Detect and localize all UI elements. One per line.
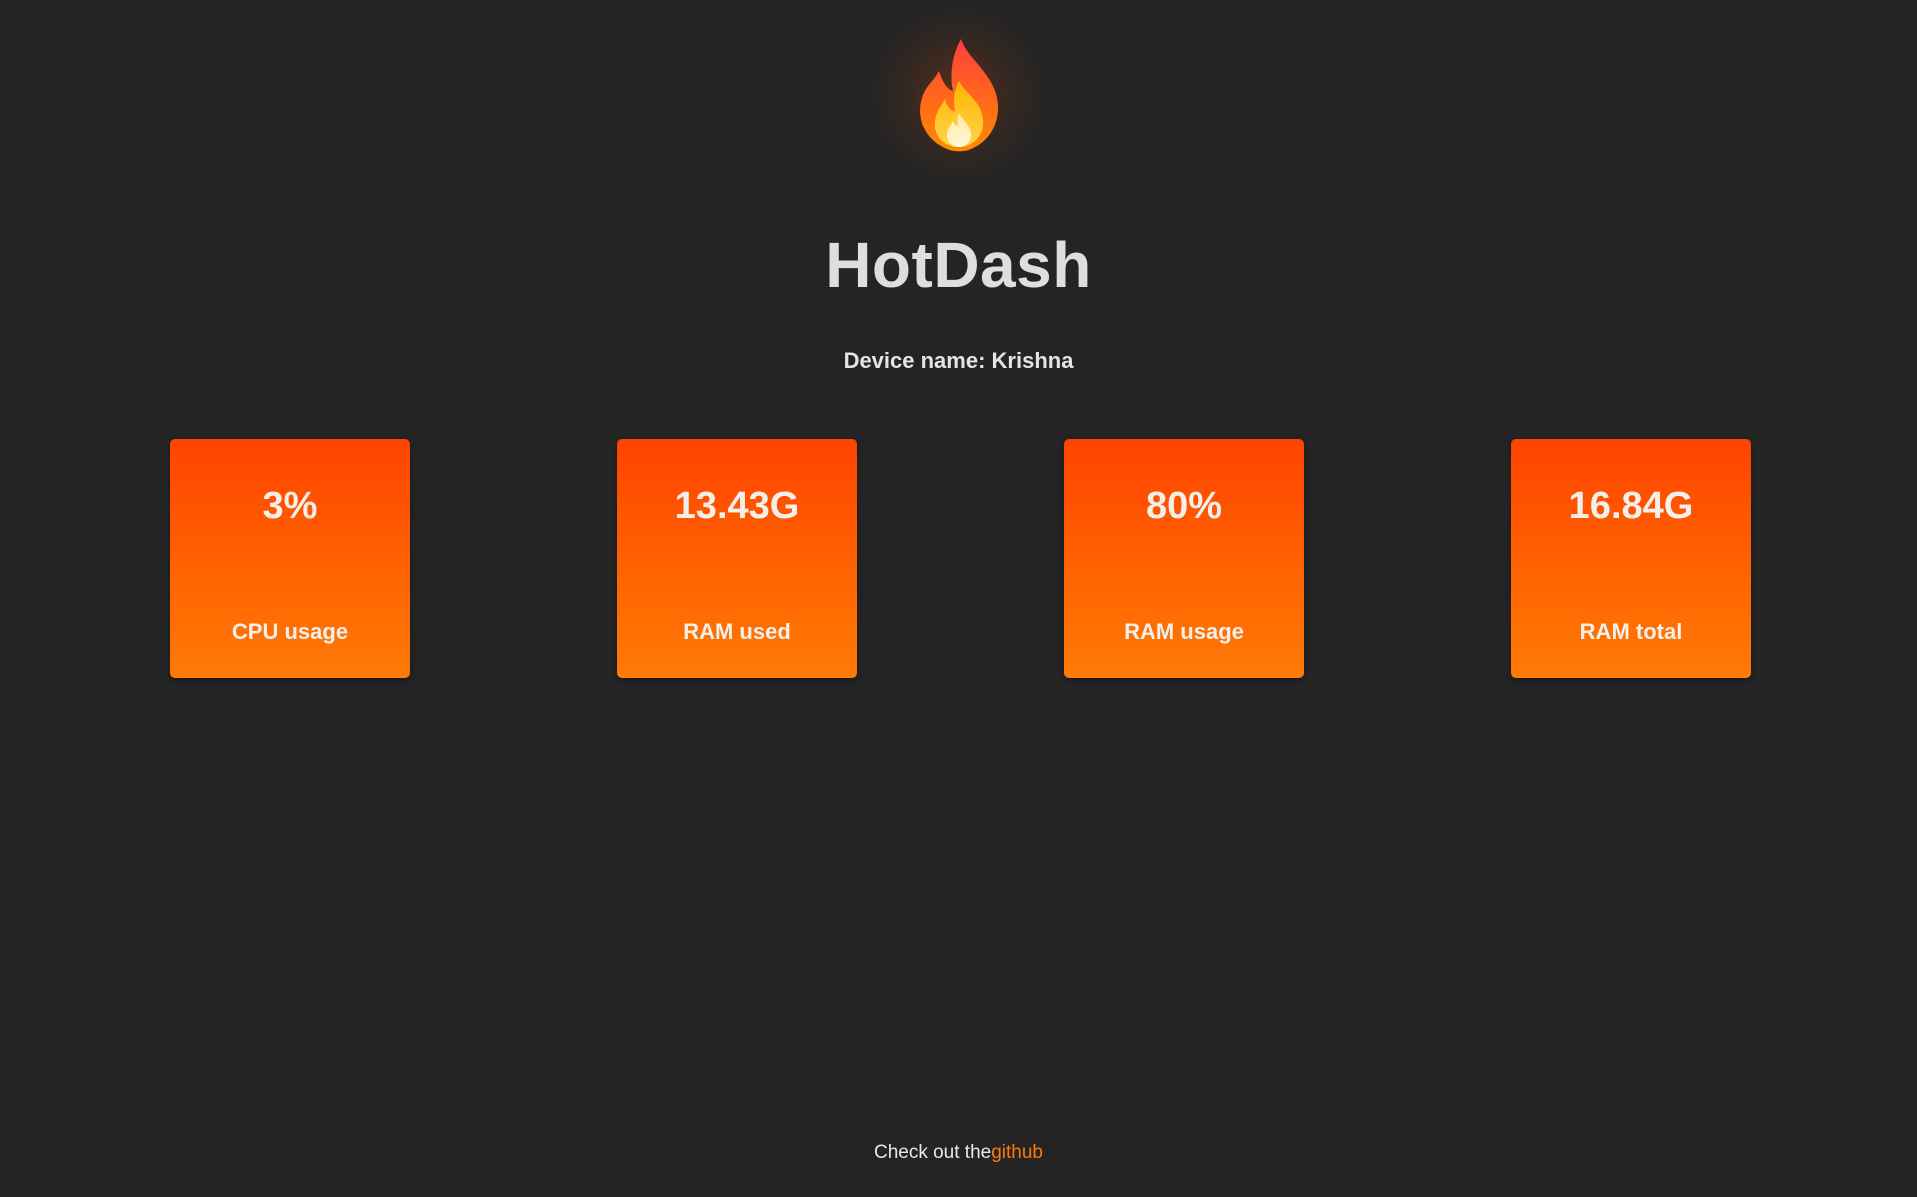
device-name: Device name: Krishna [843, 348, 1074, 373]
stat-value: 13.43G [674, 485, 800, 527]
stat-card-ram-used: 13.43G RAM used [617, 439, 857, 678]
stat-value: 80% [1145, 485, 1223, 527]
github-link[interactable]: github [991, 1142, 1043, 1163]
footer: Check out thegithub [0, 1142, 1917, 1164]
stat-card-cpu-usage: 3% CPU usage [170, 439, 410, 678]
stats-cards: 3% CPU usage 13.43G RAM used 80% RAM usa… [0, 439, 1917, 679]
dashboard-page: HotDash Device name: Krishna 3% CPU usag… [0, 0, 1917, 1197]
stat-label: CPU usage [231, 619, 349, 644]
stat-label: RAM used [683, 619, 791, 644]
stat-value: 3% [262, 485, 318, 527]
stat-card-ram-total: 16.84G RAM total [1511, 439, 1751, 678]
stat-card-ram-usage: 80% RAM usage [1064, 439, 1304, 678]
page-title: HotDash [825, 229, 1092, 301]
footer-text: Check out the [873, 1142, 992, 1163]
stat-label: RAM usage [1124, 619, 1244, 644]
stat-label: RAM total [1579, 619, 1683, 644]
fire-icon [919, 39, 998, 152]
stat-value: 16.84G [1568, 485, 1694, 527]
logo-area [0, 5, 1917, 185]
